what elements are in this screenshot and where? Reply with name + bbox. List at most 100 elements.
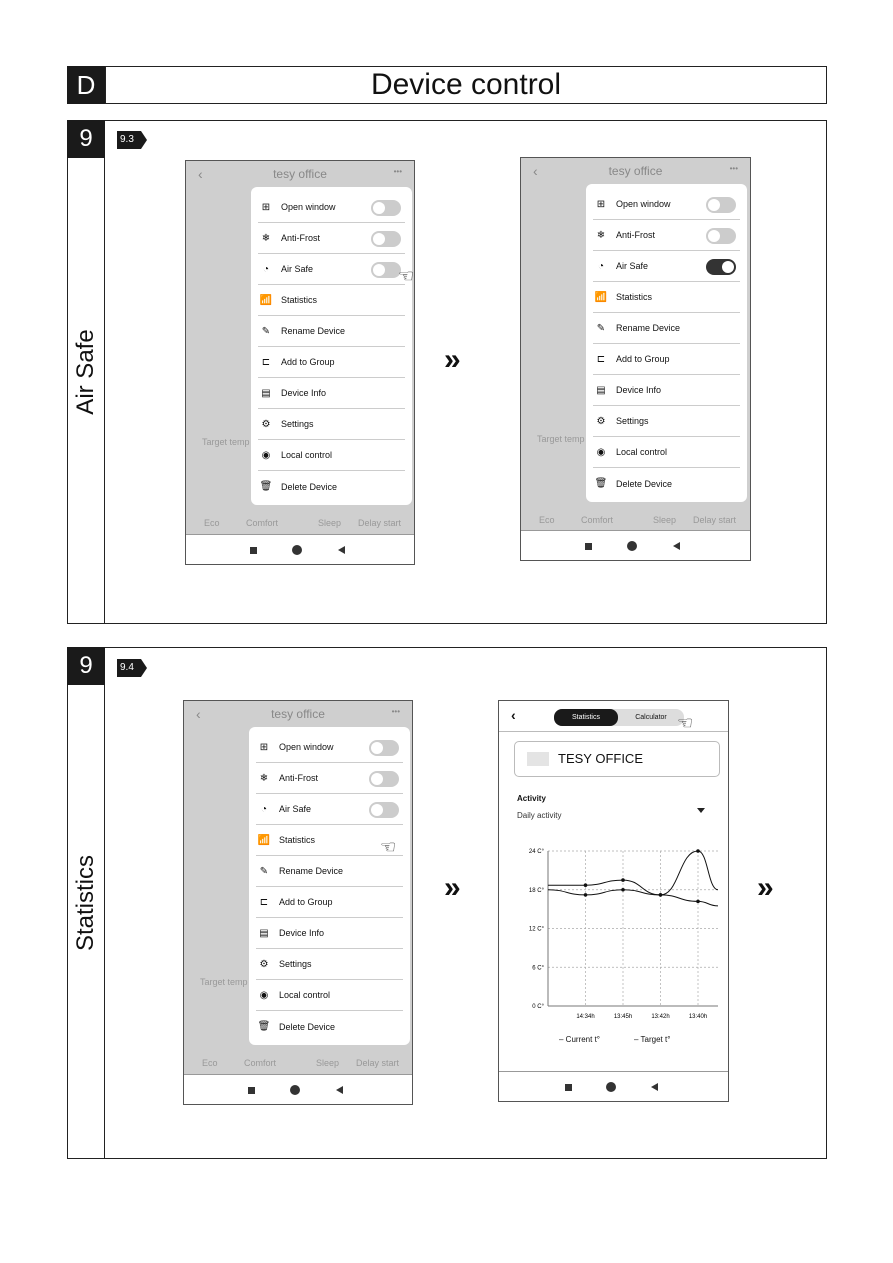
add-folder-icon: ⊏ (261, 356, 271, 368)
air-safe-toggle[interactable] (706, 259, 736, 275)
section-number: 9 (67, 647, 105, 685)
side-label: Statistics (71, 854, 99, 952)
snowflake-icon: ❄ (596, 229, 606, 241)
mode-label: Comfort (581, 515, 614, 525)
back-nav-icon[interactable] (673, 542, 680, 550)
air-safe-toggle[interactable] (369, 802, 399, 818)
back-button[interactable]: ‹ (511, 707, 516, 723)
menu-item-label: Rename Device (616, 323, 681, 333)
snowflake-toggle[interactable] (369, 771, 399, 787)
menu-item[interactable]: ✎ Rename Device (256, 856, 403, 887)
recent-apps-icon[interactable] (565, 1084, 572, 1091)
menu-item[interactable]: ⊏ Add to Group (256, 887, 403, 918)
menu-item[interactable]: ◔ Air Safe (256, 794, 403, 825)
menu-item-label: Open window (616, 199, 671, 209)
snowflake-toggle[interactable] (706, 228, 736, 244)
system-nav-bar (184, 1074, 412, 1104)
menu-item-label: Rename Device (279, 866, 344, 876)
menu-item-label: Statistics (616, 292, 653, 302)
menu-item[interactable]: ⊏ Add to Group (593, 344, 740, 375)
dropdown-arrow-icon[interactable] (697, 808, 705, 813)
device-card[interactable]: TESY OFFICE (514, 741, 720, 777)
menu-item[interactable]: 📶 Statistics (258, 285, 405, 316)
menu-item[interactable]: ❄ Anti-Frost (256, 763, 403, 794)
mode-label: Eco (202, 1058, 218, 1068)
menu-item[interactable]: 🗑 Delete Device (593, 468, 740, 499)
air-safe-icon: ◔ (597, 260, 605, 272)
menu-item-label: Rename Device (281, 326, 346, 336)
menu-item[interactable]: 🗑 Delete Device (258, 471, 405, 502)
back-nav-icon[interactable] (336, 1086, 343, 1094)
mode-label: Sleep (318, 518, 342, 528)
tab-calculator[interactable]: Calculator (618, 709, 684, 726)
menu-item[interactable]: ✎ Rename Device (258, 316, 405, 347)
menu-item[interactable]: 🗑 Delete Device (256, 1011, 403, 1042)
mode-label: Delay start (693, 515, 737, 525)
menu-item-label: Open window (279, 742, 334, 752)
menu-item[interactable]: ❄ Anti-Frost (258, 223, 405, 254)
menu-item-label: Air Safe (279, 804, 312, 814)
snowflake-toggle[interactable] (371, 231, 401, 247)
snowflake-icon: ❄ (261, 232, 271, 244)
y-tick-label: 18 C° (529, 888, 545, 894)
menu-item[interactable]: ◉ Local control (256, 980, 403, 1011)
menu-item[interactable]: ◉ Local control (593, 437, 740, 468)
more-options-icon[interactable]: ••• (730, 164, 738, 173)
menu-item[interactable]: ◔ Air Safe (593, 251, 740, 282)
menu-item-label: Settings (281, 419, 314, 429)
x-tick-label: 13:42h (651, 1014, 669, 1020)
page-title: Device control (105, 66, 827, 104)
home-icon[interactable] (606, 1082, 616, 1092)
menu-item[interactable]: ⚙ Settings (256, 949, 403, 980)
menu-item[interactable]: ⊞ Open window (593, 189, 740, 220)
statistics-screen: ‹ Statistics Calculator ☜ TESY OFFICE Ac… (498, 700, 729, 1102)
menu-item[interactable]: ◔ Air Safe (258, 254, 405, 285)
more-options-icon[interactable]: ••• (394, 167, 402, 176)
step-label: 9.3 (117, 131, 147, 149)
recent-apps-icon[interactable] (248, 1087, 255, 1094)
home-icon[interactable] (292, 545, 302, 555)
menu-item[interactable]: ❄ Anti-Frost (593, 220, 740, 251)
menu-item[interactable]: ◉ Local control (258, 440, 405, 471)
data-point (583, 893, 588, 897)
recent-apps-icon[interactable] (250, 547, 257, 554)
period-select[interactable]: Daily activity (517, 811, 561, 820)
window-toggle[interactable] (706, 197, 736, 213)
recent-apps-icon[interactable] (585, 543, 592, 550)
menu-item[interactable]: ⊞ Open window (258, 192, 405, 223)
back-nav-icon[interactable] (651, 1083, 658, 1091)
menu-item[interactable]: ⚙ Settings (258, 409, 405, 440)
location-pin-icon: ◉ (259, 989, 269, 1001)
statistics-icon: 📶 (594, 291, 608, 303)
document-icon: ▤ (259, 927, 269, 939)
menu-item[interactable]: ▤ Device Info (593, 375, 740, 406)
menu-item[interactable]: ✎ Rename Device (593, 313, 740, 344)
home-icon[interactable] (290, 1085, 300, 1095)
data-point (621, 887, 625, 892)
legend-current: – Current t° (559, 1035, 600, 1044)
menu-item[interactable]: 📶 Statistics (593, 282, 740, 313)
device-name: TESY OFFICE (558, 751, 643, 766)
menu-item[interactable]: ▤ Device Info (258, 378, 405, 409)
y-tick-label: 6 C° (532, 965, 544, 971)
device-title: tesy office (273, 167, 327, 181)
window-toggle[interactable] (371, 200, 401, 216)
menu-item-label: Delete Device (616, 478, 673, 489)
back-nav-icon[interactable] (338, 546, 345, 554)
mode-label: Comfort (244, 1058, 277, 1068)
next-arrow: » (444, 343, 461, 376)
tab-statistics[interactable]: Statistics (554, 709, 618, 726)
menu-item[interactable]: ⚙ Settings (593, 406, 740, 437)
device-title: tesy office (608, 164, 663, 178)
home-icon[interactable] (627, 541, 637, 551)
menu-item-label: Add to Group (279, 897, 333, 907)
menu-item[interactable]: ▤ Device Info (256, 918, 403, 949)
window-toggle[interactable] (369, 740, 399, 756)
menu-item[interactable]: ⊏ Add to Group (258, 347, 405, 378)
more-options-icon[interactable]: ••• (392, 707, 400, 716)
legend-label: Current t° (565, 1035, 600, 1044)
menu-item[interactable]: ⊞ Open window (256, 732, 403, 763)
tab-bar: Statistics Calculator (554, 709, 684, 726)
air-safe-toggle[interactable] (371, 262, 401, 278)
menu-item-label: Air Safe (616, 261, 649, 271)
